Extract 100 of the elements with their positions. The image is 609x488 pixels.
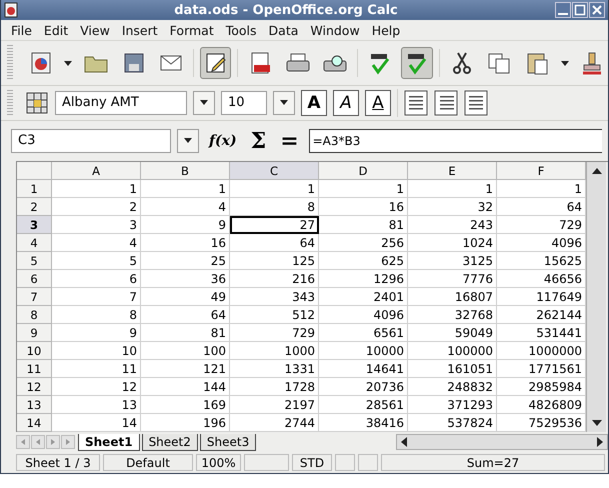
menu-item[interactable]: View	[74, 22, 116, 38]
table-cell: 1000	[230, 342, 319, 360]
table-cell: 14641	[319, 360, 408, 378]
menu-item[interactable]: Help	[366, 22, 406, 38]
sum-button[interactable]: Σ	[246, 128, 270, 154]
table-cell: 1	[319, 180, 408, 198]
toolbar-button[interactable]	[401, 47, 434, 80]
table-cell: 1296	[319, 270, 408, 288]
menu-item[interactable]: Tools	[220, 22, 263, 38]
formula-input[interactable]: =A3*B3	[308, 128, 602, 153]
maximize-button[interactable]	[572, 2, 588, 18]
row-header[interactable]: 6	[17, 270, 52, 288]
table-cell: 161051	[408, 360, 497, 378]
row-header[interactable]: 9	[17, 324, 52, 342]
table-cell: 11	[52, 360, 141, 378]
font-dropdown-button[interactable]	[193, 90, 215, 115]
status-panel	[358, 454, 378, 471]
bold-button[interactable]: A	[301, 90, 327, 116]
table-cell: 25	[141, 252, 230, 270]
minimize-button[interactable]	[555, 2, 571, 18]
sheet-tab[interactable]: Sheet2	[142, 434, 198, 451]
app-icon	[4, 2, 18, 18]
row-header[interactable]: 10	[17, 342, 52, 360]
align-left-icon[interactable]	[404, 90, 428, 116]
table-cell: 16	[141, 234, 230, 252]
menu-item[interactable]: Format	[164, 22, 220, 38]
row-header[interactable]: 7	[17, 288, 52, 306]
spreadsheet-icon	[28, 51, 53, 76]
table-cell: 1024	[408, 234, 497, 252]
sheet-tab[interactable]: Sheet1	[78, 434, 140, 451]
column-header[interactable]: B	[141, 162, 230, 180]
table-cell: 371293	[408, 396, 497, 414]
align-right-icon[interactable]	[464, 90, 488, 116]
status-field: Default	[103, 454, 193, 471]
italic-button[interactable]: A	[333, 90, 359, 116]
vertical-scrollbar[interactable]	[586, 162, 606, 432]
row-header[interactable]: 11	[17, 360, 52, 378]
font-name-field[interactable]: Albany AMT	[55, 90, 187, 115]
scroll-up-icon[interactable]	[592, 168, 602, 174]
caret-icon	[560, 60, 569, 66]
menu-item[interactable]: Window	[304, 22, 366, 38]
column-header[interactable]: F	[497, 162, 586, 180]
name-box-field[interactable]: C3	[11, 128, 171, 153]
scroll-down-icon[interactable]	[592, 420, 602, 426]
equals-button[interactable]: =	[276, 128, 303, 154]
sheet-tab[interactable]: Sheet3	[200, 434, 256, 451]
row-header[interactable]: 13	[17, 396, 52, 414]
table-cell: 2	[52, 198, 141, 216]
menu-item[interactable]: File	[5, 22, 38, 38]
row-header[interactable]: 4	[17, 234, 52, 252]
underline-button[interactable]: A	[365, 90, 391, 116]
column-header[interactable]: C	[230, 162, 319, 180]
table-cell: 2401	[319, 288, 408, 306]
menu-item[interactable]: Edit	[38, 22, 74, 38]
row-header[interactable]: 12	[17, 378, 52, 396]
column-header[interactable]: E	[408, 162, 497, 180]
table-cell: 3125	[408, 252, 497, 270]
active-cell: 27	[230, 216, 319, 234]
scissors-icon	[450, 51, 473, 76]
row-header[interactable]: 3	[17, 216, 52, 234]
table-cell: 1	[408, 180, 497, 198]
row-header[interactable]: 8	[17, 306, 52, 324]
caret-icon	[200, 100, 208, 106]
toolbar-button[interactable]	[200, 47, 232, 80]
scroll-left-icon[interactable]	[401, 437, 408, 448]
status-field: STD	[292, 454, 332, 471]
table-cell: 256	[319, 234, 408, 252]
table-cell: 16807	[408, 288, 497, 306]
menu-item[interactable]: Insert	[116, 22, 164, 38]
table-cell: 36	[141, 270, 230, 288]
table-cell: 243	[408, 216, 497, 234]
close-button[interactable]	[589, 2, 605, 18]
row-header[interactable]: 5	[17, 252, 52, 270]
status-panel	[244, 454, 289, 471]
row-header[interactable]: 14	[17, 414, 52, 432]
horizontal-scrollbar[interactable]	[396, 434, 608, 450]
scroll-right-icon[interactable]	[597, 437, 603, 448]
table-cell: 100	[141, 342, 230, 360]
table-cell: 1	[52, 180, 141, 198]
function-wizard-button[interactable]: f(x)	[205, 132, 241, 149]
font-size-field[interactable]: 10	[221, 90, 267, 115]
table-cell: 4096	[319, 306, 408, 324]
row-header[interactable]: 2	[17, 198, 52, 216]
table-cell: 729	[230, 324, 319, 342]
table-cell: 6561	[319, 324, 408, 342]
table-cell: 81	[319, 216, 408, 234]
navigator-icon[interactable]	[25, 90, 49, 115]
menu-item[interactable]: Data	[262, 22, 304, 38]
table-cell: 7	[52, 288, 141, 306]
size-dropdown-button[interactable]	[273, 90, 295, 115]
table-cell: 6	[52, 270, 141, 288]
table-cell: 81	[141, 324, 230, 342]
corner-cell[interactable]	[17, 162, 52, 180]
row-header[interactable]: 1	[17, 180, 52, 198]
name-box-dropdown-button[interactable]	[177, 128, 199, 153]
column-header[interactable]: D	[319, 162, 408, 180]
caret-icon	[184, 138, 192, 144]
table-cell: 49	[141, 288, 230, 306]
column-header[interactable]: A	[52, 162, 141, 180]
align-center-icon[interactable]	[434, 90, 458, 116]
